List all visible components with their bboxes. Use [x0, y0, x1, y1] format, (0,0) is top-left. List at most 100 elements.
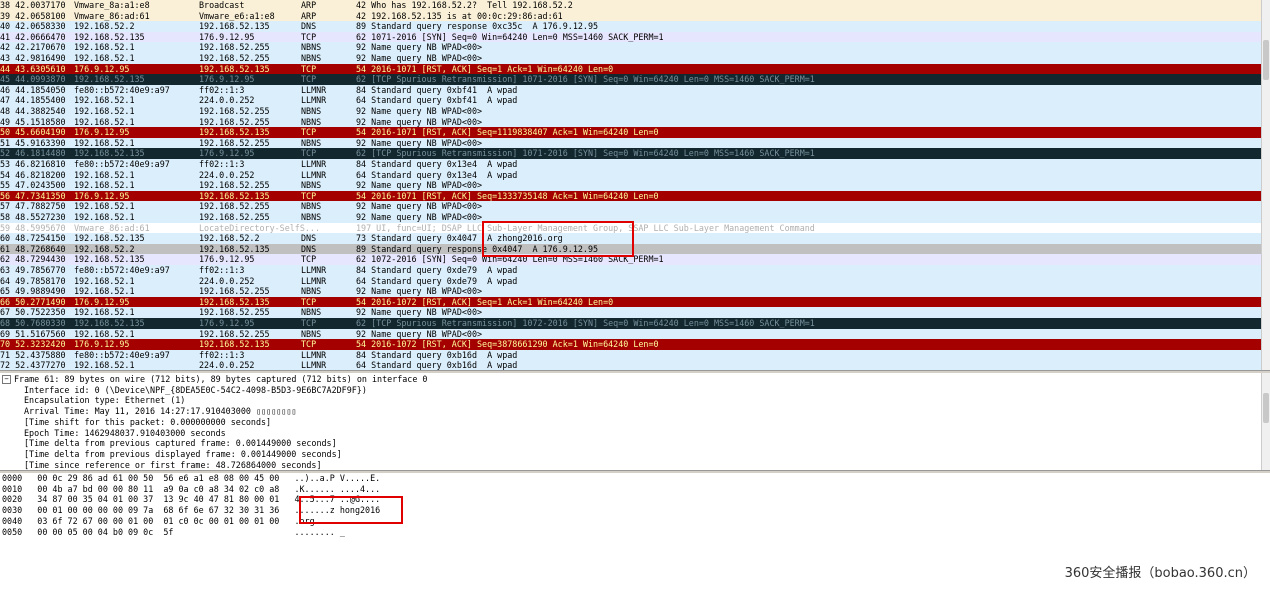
packet-row[interactable]: 67 50.7522350 192.168.52.1 192.168.52.255 N…	[0, 307, 1262, 318]
packet-row[interactable]: 50 45.6604190 176.9.12.95 192.168.52.135 TC…	[0, 127, 1262, 138]
hex-line[interactable]: 0010 00 4b a7 bd 00 00 80 11 a9 0a c0 a8…	[2, 484, 380, 495]
packet-proto: TCP	[301, 127, 317, 138]
packet-src: 192.168.52.1	[74, 212, 135, 222]
packet-dst: 192.168.52.255	[199, 286, 270, 297]
packet-row[interactable]: 70 52.3232420 176.9.12.95 192.168.52.135 TC…	[0, 339, 1262, 350]
packet-row[interactable]: 53 46.8216810 fe80::b572:40e9:a97 ff02::1:…	[0, 159, 1262, 170]
hex-line[interactable]: 0050 00 00 05 00 04 b0 09 0c 5f ........…	[2, 527, 345, 538]
packet-src: 192.168.52.2	[74, 243, 135, 254]
packet-row[interactable]: 40 42.0658330 192.168.52.2 192.168.52.135 D…	[0, 21, 1262, 32]
packet-dst: 192.168.52.255	[199, 328, 270, 339]
packet-info: 92 Name query NB WPAD<00>	[356, 106, 483, 116]
packet-row[interactable]: 51 45.9163390 192.168.52.1 192.168.52.255 N…	[0, 137, 1262, 149]
detail-line[interactable]: [Time since reference or first frame: 48…	[24, 460, 322, 470]
packet-info: 92 Name query NB WPAD<00>	[356, 137, 483, 148]
packet-src: Vmware_86:ad:61	[74, 10, 150, 21]
packet-proto: DNS	[301, 233, 317, 244]
collapse-icon[interactable]: −	[2, 375, 11, 384]
packet-row[interactable]: 71 52.4375880 fe80::b572:40e9:a97 ff02::1:…	[0, 349, 1262, 361]
packet-no: 54 46.8218200	[0, 169, 66, 180]
packet-proto: DNS	[301, 243, 317, 254]
packet-row[interactable]: 65 49.9889490 192.168.52.1 192.168.52.255 N…	[0, 286, 1262, 297]
highlight-box-ascii	[299, 496, 403, 524]
packet-no: 55 47.0243500	[0, 180, 66, 191]
hex-line[interactable]: 0000 00 0c 29 86 ad 61 00 50 56 e6 a1 e8…	[2, 473, 380, 484]
detail-line[interactable]: [Time delta from previous displayed fram…	[24, 449, 342, 460]
packet-no: 49 45.1518580	[0, 116, 66, 127]
packet-row[interactable]: 63 49.7856770 fe80::b572:40e9:a97 ff02::1:…	[0, 265, 1262, 276]
packet-no: 60 48.7254150	[0, 233, 66, 244]
packet-dst: 192.168.52.255	[199, 212, 270, 222]
packet-row[interactable]: 43 42.9816490 192.168.52.1 192.168.52.255 N…	[0, 53, 1262, 64]
packet-row[interactable]: 52 46.1814480 192.168.52.135 176.9.12.95 TC…	[0, 148, 1262, 159]
packet-proto: NBNS	[301, 201, 322, 212]
packet-proto: TCP	[301, 63, 317, 74]
packet-info: 54 2016-1071 [RST, ACK] Seq=1333735148 A…	[356, 190, 659, 201]
packet-list[interactable]: 38 42.0037170 Vmware_8a:a1:e8 Broadcast ARP…	[0, 0, 1262, 370]
packet-details-pane[interactable]: − Frame 61: 89 bytes on wire (712 bits), …	[0, 373, 1262, 470]
packet-row[interactable]: 55 47.0243500 192.168.52.1 192.168.52.255 N…	[0, 180, 1262, 191]
packet-row[interactable]: 42 42.2170670 192.168.52.1 192.168.52.255 N…	[0, 42, 1262, 53]
packet-no: 72 52.4377270	[0, 360, 66, 370]
packet-dst: ff02::1:3	[199, 159, 245, 169]
packet-proto: LLMNR	[301, 360, 327, 370]
packet-proto: TCP	[301, 190, 317, 201]
packet-row[interactable]: 69 51.5167560 192.168.52.1 192.168.52.255 N…	[0, 328, 1262, 340]
scrollbar-thumb[interactable]	[1263, 393, 1269, 423]
packet-row[interactable]: 72 52.4377270 192.168.52.1 224.0.0.252 LLMN…	[0, 360, 1262, 370]
packet-no: 46 44.1854050	[0, 84, 66, 95]
scrollbar-thumb[interactable]	[1263, 40, 1269, 80]
packet-row[interactable]: 54 46.8218200 192.168.52.1 224.0.0.252 LLMN…	[0, 169, 1262, 181]
detail-line[interactable]: Epoch Time: 1462948037.910403000 seconds	[24, 428, 226, 439]
packet-dst: ff02::1:3	[199, 84, 245, 95]
packet-dst: ff02::1:3	[199, 265, 245, 275]
packet-src: 192.168.52.1	[74, 137, 135, 148]
packet-row[interactable]: 46 44.1854050 fe80::b572:40e9:a97 ff02::1:…	[0, 84, 1262, 96]
packet-row[interactable]: 39 42.0658100 Vmware_86:ad:61 Vmware_e6:a1…	[0, 10, 1262, 22]
packet-row[interactable]: 57 47.7882750 192.168.52.1 192.168.52.255 N…	[0, 201, 1262, 212]
packet-src: 192.168.52.1	[74, 360, 135, 370]
packet-proto: NBNS	[301, 286, 322, 297]
packet-row[interactable]: 56 47.7341350 176.9.12.95 192.168.52.135 TC…	[0, 190, 1262, 202]
packet-info: 84 Standard query 0xbf41 A wpad	[356, 84, 518, 95]
detail-line[interactable]: Encapsulation type: Ethernet (1)	[24, 395, 185, 406]
packet-src: 176.9.12.95	[74, 63, 130, 74]
packet-src: 192.168.52.2	[74, 21, 135, 32]
packet-src: 192.168.52.1	[74, 116, 135, 127]
packet-dst: 192.168.52.255	[199, 53, 270, 63]
packet-row[interactable]: 64 49.7858170 192.168.52.1 224.0.0.252 LLMN…	[0, 275, 1262, 287]
packet-proto: NBNS	[301, 212, 322, 222]
watermark: 360安全播报（bobao.360.cn）	[1064, 566, 1256, 581]
packet-row[interactable]: 48 44.3882540 192.168.52.1 192.168.52.255 N…	[0, 106, 1262, 117]
packet-src: 192.168.52.1	[74, 169, 135, 180]
detail-line[interactable]: Interface id: 0 (\Device\NPF_{8DEA5E0C-5…	[24, 385, 367, 396]
frame-header[interactable]: − Frame 61: 89 bytes on wire (712 bits), …	[2, 374, 427, 385]
packet-info: 84 Standard query 0xde79 A wpad	[356, 265, 518, 275]
packet-row[interactable]: 38 42.0037170 Vmware_8a:a1:e8 Broadcast ARP…	[0, 0, 1262, 11]
packet-row[interactable]: 45 44.0993870 192.168.52.135 176.9.12.95 TC…	[0, 74, 1262, 85]
packet-dst: 224.0.0.252	[199, 95, 255, 106]
packet-row[interactable]: 66 50.2771490 176.9.12.95 192.168.52.135 TC…	[0, 296, 1262, 308]
detail-line[interactable]: [Time delta from previous captured frame…	[24, 438, 337, 449]
packet-no: 59 48.5995670	[0, 222, 66, 233]
packet-no: 56 47.7341350	[0, 190, 66, 201]
packet-row[interactable]: 49 45.1518580 192.168.52.1 192.168.52.255 N…	[0, 116, 1262, 128]
detail-line[interactable]: [Time shift for this packet: 0.000000000…	[24, 417, 271, 428]
packet-row[interactable]: 47 44.1855400 192.168.52.1 224.0.0.252 LLMN…	[0, 95, 1262, 106]
packet-info: 92 Name query NB WPAD<00>	[356, 286, 483, 297]
packet-no: 66 50.2771490	[0, 296, 66, 307]
packet-no: 40 42.0658330	[0, 21, 66, 32]
packet-no: 63 49.7856770	[0, 265, 66, 275]
packet-row[interactable]: 68 50.7680330 192.168.52.135 176.9.12.95 TC…	[0, 318, 1262, 329]
detail-line[interactable]: Arrival Time: May 11, 2016 14:27:17.9104…	[24, 406, 296, 417]
packet-row[interactable]: 41 42.0666470 192.168.52.135 176.9.12.95 TC…	[0, 31, 1262, 43]
packet-dst: 192.168.52.135	[199, 339, 270, 350]
packet-dst: 192.168.52.255	[199, 106, 270, 116]
packet-row[interactable]: 44 43.6305610 176.9.12.95 192.168.52.135 TC…	[0, 63, 1262, 75]
packet-dst: 176.9.12.95	[199, 318, 255, 328]
packet-info: 62 [TCP Spurious Retransmission] 1071-20…	[356, 74, 815, 85]
packet-list-scrollbar[interactable]	[1261, 0, 1270, 370]
packet-no: 41 42.0666470	[0, 31, 66, 42]
details-scrollbar[interactable]	[1261, 373, 1270, 470]
packet-src: Vmware_86:ad:61	[74, 222, 150, 233]
